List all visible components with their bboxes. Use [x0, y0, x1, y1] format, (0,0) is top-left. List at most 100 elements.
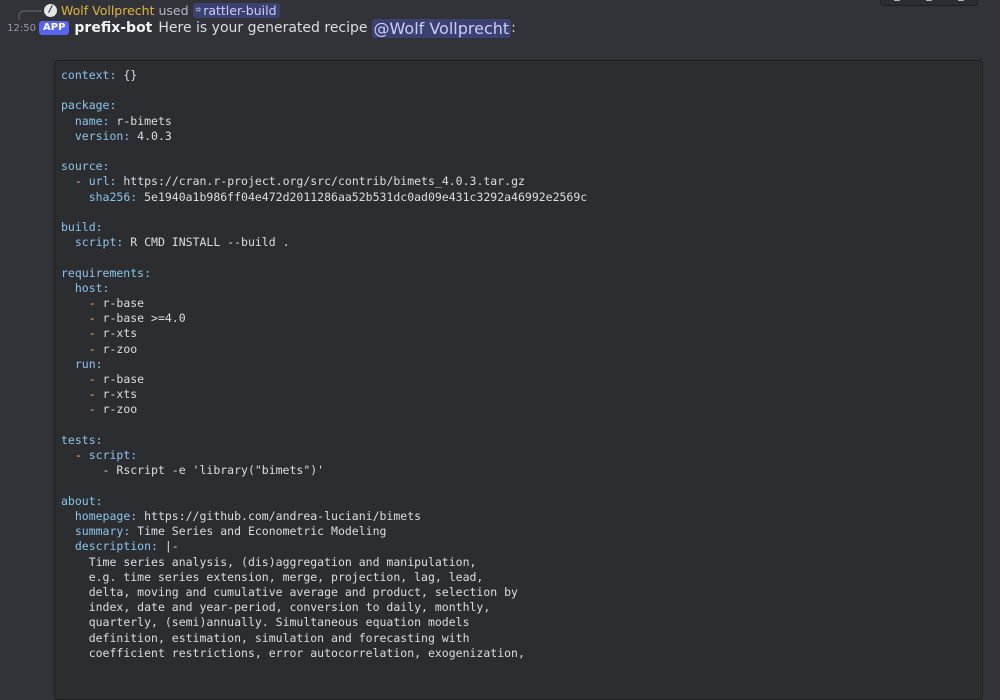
code-line: - r-base — [61, 372, 976, 387]
invoker-name[interactable]: Wolf Vollprecht — [61, 3, 154, 18]
yaml-value: definition, estimation, simulation and f… — [88, 630, 470, 645]
yaml-value: r-base — [95, 372, 145, 387]
command-mention[interactable]: ⌗ rattler-build — [192, 2, 280, 18]
yaml-value: r-xts — [95, 387, 138, 402]
code-line: ​ — [61, 250, 976, 265]
yaml-key: name: — [74, 113, 110, 128]
yaml-list-dash: - — [88, 387, 96, 402]
message-header: 12:50 APP prefix-bot Here is your genera… — [0, 18, 1000, 38]
code-line: - r-xts — [61, 387, 976, 402]
yaml-key: version: — [74, 128, 131, 143]
command-interaction-header: / Wolf Vollprecht used ⌗ rattler-build — [44, 2, 280, 18]
yaml-key: run: — [74, 356, 103, 371]
code-line: - script: — [61, 448, 976, 463]
code-line: script: R CMD INSTALL --build . — [61, 235, 976, 250]
code-line: delta, moving and cumulative average and… — [61, 585, 976, 600]
yaml-key: tests: — [61, 432, 103, 447]
code-line: sha256: 5e1940a1b986ff04e472d2011286aa52… — [61, 190, 976, 205]
yaml-key: build: — [61, 220, 103, 235]
more-options-icon[interactable] — [958, 0, 964, 1]
yaml-value: {} — [116, 68, 138, 82]
yaml-value: r-base >=4.0 — [95, 311, 186, 326]
code-line: - r-zoo — [61, 342, 976, 357]
yaml-list-dash: - — [88, 296, 96, 311]
code-line: source: — [61, 159, 976, 174]
code-line: host: — [61, 281, 976, 296]
code-line: requirements: — [61, 266, 976, 281]
app-badge: APP — [39, 21, 70, 35]
edit-icon[interactable] — [926, 0, 932, 1]
yaml-key: script: — [74, 235, 124, 250]
code-line: - r-base >=4.0 — [61, 311, 976, 326]
code-line: tests: — [61, 433, 976, 448]
yaml-key: about: — [61, 493, 103, 508]
code-line: - r-xts — [61, 326, 976, 341]
yaml-value: 5e1940a1b986ff04e472d2011286aa52b531dc0a… — [137, 189, 588, 204]
yaml-key: url: — [81, 174, 117, 189]
code-line: e.g. time series extension, merge, proje… — [61, 570, 976, 585]
code-line: - r-zoo — [61, 402, 976, 417]
yaml-key: context: — [61, 68, 117, 82]
message-timestamp[interactable]: 12:50 — [0, 23, 36, 34]
code-line: ​ — [61, 205, 976, 220]
yaml-list-dash: - — [88, 402, 96, 417]
code-line: - r-base — [61, 296, 976, 311]
yaml-value: |- — [157, 539, 179, 554]
code-line: ​ — [61, 83, 976, 98]
message-hover-toolbar[interactable] — [880, 0, 978, 6]
yaml-list-dash: - — [88, 311, 96, 326]
yaml-list-dash: - — [88, 341, 96, 356]
code-line: version: 4.0.3 — [61, 129, 976, 144]
yaml-key: package: — [61, 98, 117, 113]
yaml-value: index, date and year-period, conversion … — [88, 600, 491, 615]
message-text: Here is your generated recipe — [158, 20, 368, 36]
code-line: context: {} — [61, 68, 976, 83]
code-line: - url: https://cran.r-project.org/src/co… — [61, 174, 976, 189]
recipe-yaml: context: {}​package: name: r-bimets vers… — [61, 68, 976, 661]
message-author[interactable]: prefix-bot — [74, 20, 152, 36]
used-label: used — [158, 2, 189, 18]
yaml-value: delta, moving and cumulative average and… — [88, 584, 518, 599]
yaml-key: description: — [74, 539, 158, 554]
yaml-value: r-zoo — [95, 341, 138, 356]
recipe-code-block[interactable]: context: {}​package: name: r-bimets vers… — [54, 60, 983, 700]
code-line: quarterly, (semi)annually. Simultaneous … — [61, 615, 976, 630]
code-line: build: — [61, 220, 976, 235]
yaml-value: r-bimets — [109, 113, 172, 128]
yaml-value: - Rscript -e 'library("bimets")' — [102, 463, 325, 478]
yaml-list-dash: - — [88, 372, 96, 387]
yaml-value: https://github.com/andrea-luciani/bimets — [137, 508, 422, 523]
yaml-value: r-xts — [95, 326, 138, 341]
yaml-value: coefficient restrictions, error autocorr… — [88, 645, 525, 660]
yaml-value: quarterly, (semi)annually. Simultaneous … — [88, 615, 470, 630]
user-mention[interactable]: @Wolf Vollprecht — [371, 18, 512, 38]
yaml-key: host: — [74, 280, 110, 295]
yaml-key: requirements: — [61, 265, 152, 280]
yaml-value: https://cran.r-project.org/src/contrib/b… — [116, 174, 525, 189]
yaml-value: R CMD INSTALL --build . — [123, 235, 290, 250]
yaml-key: script: — [81, 448, 138, 463]
yaml-value: r-zoo — [95, 402, 138, 417]
yaml-value: e.g. time series extension, merge, proje… — [88, 569, 484, 584]
code-line: index, date and year-period, conversion … — [61, 600, 976, 615]
code-line: coefficient restrictions, error autocorr… — [61, 646, 976, 661]
yaml-key: summary: — [74, 524, 131, 539]
code-line: ​ — [61, 418, 976, 433]
yaml-value: Time series analysis, (dis)aggregation a… — [88, 554, 477, 569]
yaml-value: 4.0.3 — [130, 128, 172, 143]
command-name: rattler-build — [203, 2, 277, 18]
hashtag-icon: ⌗ — [195, 4, 202, 16]
code-line: summary: Time Series and Econometric Mod… — [61, 524, 976, 539]
code-line: package: — [61, 98, 976, 113]
reaction-icon[interactable] — [894, 0, 900, 1]
yaml-key: source: — [61, 159, 110, 174]
slash-command-icon: / — [44, 3, 57, 17]
yaml-value: r-base — [95, 296, 145, 311]
yaml-key: sha256: — [88, 189, 138, 204]
code-line: - Rscript -e 'library("bimets")' — [61, 463, 976, 478]
yaml-list-dash: - — [74, 174, 82, 189]
yaml-list-dash: - — [74, 448, 82, 463]
code-line: ​ — [61, 144, 976, 159]
message-suffix: : — [511, 20, 516, 36]
code-line: ​ — [61, 478, 976, 493]
